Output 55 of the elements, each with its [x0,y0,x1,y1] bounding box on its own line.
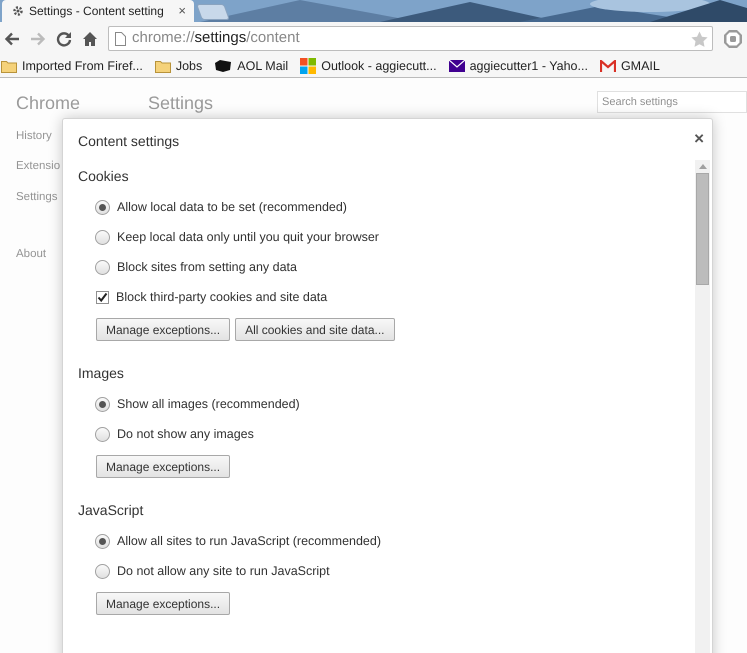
gmail-icon [600,60,616,72]
url-text: chrome://settings/content [132,28,301,48]
manage-button[interactable]: Manage exceptions... [96,455,230,478]
forward-icon[interactable] [30,32,46,46]
scroll-up-icon[interactable] [698,164,706,169]
hand-stop-icon[interactable] [723,28,743,48]
bookmark[interactable]: Imported From Firef... [1,56,143,76]
page-icon [115,32,126,46]
manage-button[interactable]: Manage exceptions... [96,318,230,341]
section-title: JavaScript [78,501,144,520]
section-title: Images [78,364,125,383]
folder-icon [1,60,17,72]
manage-button[interactable]: All cookies and site data... [235,318,394,341]
radio-button[interactable] [95,534,110,548]
option-label: Do not allow any site to run JavaScript [117,562,330,580]
home-icon[interactable] [82,31,98,46]
checkbox[interactable] [96,290,109,304]
browser-tab[interactable]: Settings - Content setting × [2,0,194,22]
radio-button[interactable] [95,230,110,244]
option-label: Allow all sites to run JavaScript (recommended) [117,532,381,550]
option-label: Do not show any images [117,426,254,443]
section-title: Cookies [78,167,130,186]
address-bar[interactable]: chrome://settings/content [108,26,713,51]
radio-button[interactable] [95,396,110,412]
gear-icon [12,5,24,17]
bookmark[interactable]: AOL Mail [214,56,288,76]
radio-button[interactable] [95,426,110,442]
option-label: Allow local data to be set (recommended) [117,198,347,216]
reload-icon[interactable] [56,30,72,46]
option-label: Keep local data only until you quit your browser [117,228,379,246]
scroll-thumb[interactable] [696,173,709,285]
tab-close-button[interactable]: × [178,1,186,21]
radio-button[interactable] [95,260,110,274]
envelope-icon [448,60,465,72]
bookmark[interactable]: Outlook - aggiecutt... [300,56,437,76]
option-label: Show all images (recommended) [117,396,300,413]
option-label: Block sites from setting any data [117,258,297,276]
dialog-title: Content settings [78,132,180,151]
bookmark[interactable]: Jobs [154,56,202,76]
radio-button[interactable] [95,564,110,578]
radio-button[interactable] [95,200,110,214]
tab-title: Settings - Content setting [29,3,165,20]
star-icon[interactable] [691,30,708,46]
back-icon[interactable] [4,32,20,46]
manage-button[interactable]: Manage exceptions... [96,592,230,615]
option-label: Block third-party cookies and site data [116,288,328,306]
folder-icon [154,60,171,72]
bookmark[interactable]: GMAIL [600,56,660,76]
page-heading: Settings [148,92,214,114]
scrollbar[interactable] [695,160,710,653]
brand-title: Chrome [16,92,82,114]
search-field[interactable]: Search settings [597,91,747,113]
windows-icon [300,58,316,74]
bookmark[interactable]: aggiecutter1 - Yaho... [448,56,588,76]
close-button[interactable]: × [694,131,704,147]
